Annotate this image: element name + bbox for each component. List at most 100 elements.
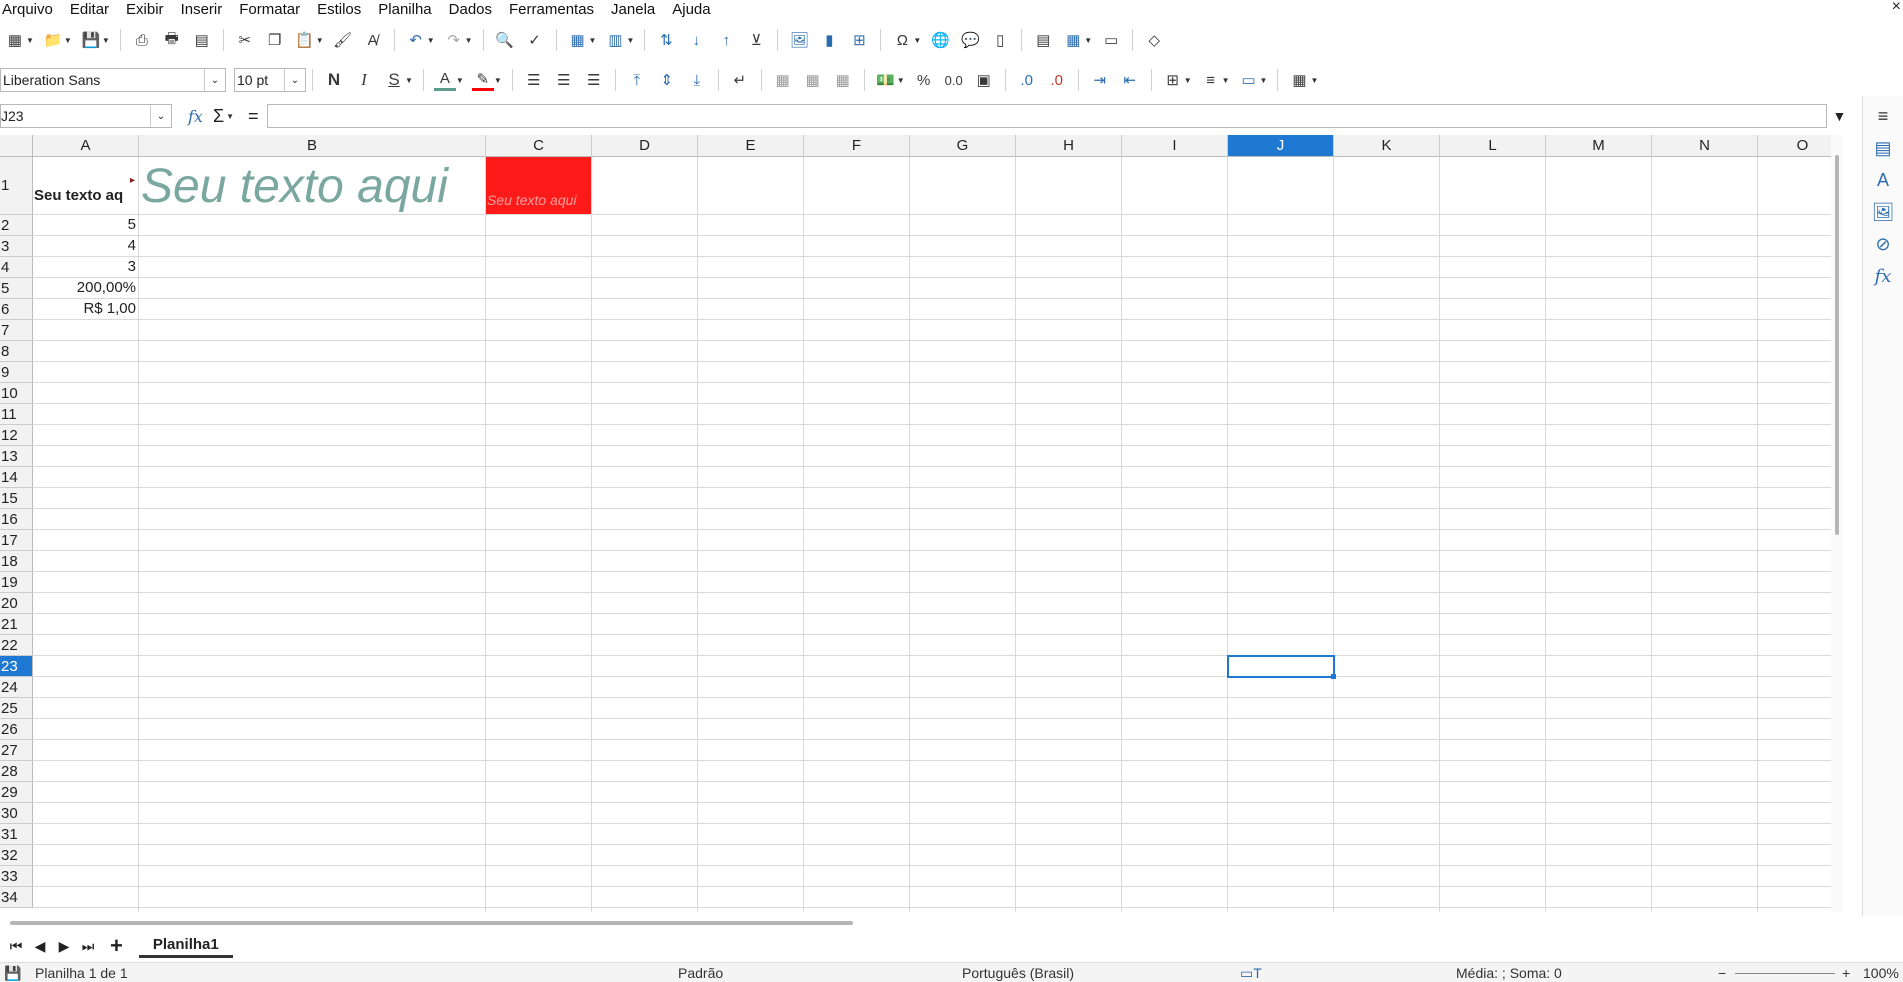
sort-icon[interactable]: ⇅	[655, 29, 677, 51]
border-style-icon[interactable]: ≡	[1200, 69, 1222, 91]
column-header-j[interactable]: J	[1228, 135, 1334, 157]
open-dropdown-icon[interactable]: ▼	[64, 36, 72, 45]
insert-image-icon[interactable]: 🖼	[788, 29, 810, 51]
menu-item-planilha[interactable]: Planilha	[378, 1, 431, 18]
first-sheet-icon[interactable]: ⏮	[8, 938, 24, 955]
row-header-2[interactable]: 2	[0, 215, 33, 236]
cell-cursor[interactable]	[1227, 655, 1335, 678]
menu-item-exibir[interactable]: Exibir	[126, 1, 164, 18]
row-header-3[interactable]: 3	[0, 236, 33, 257]
row-header-30[interactable]: 30	[0, 803, 33, 824]
unmerge-cells-icon[interactable]: ▦	[832, 69, 854, 91]
align-center-icon[interactable]: ☰	[553, 69, 575, 91]
formula-input[interactable]	[266, 104, 1827, 128]
underline-dropdown-icon[interactable]: ▼	[405, 76, 413, 85]
add-decimal-place-icon[interactable]: .0	[1016, 69, 1038, 91]
align-bottom-icon[interactable]: ⤓	[686, 69, 708, 91]
merge-cells-icon[interactable]: ▦	[802, 69, 824, 91]
sort-descending-icon[interactable]: ↑	[715, 29, 737, 51]
borders-dropdown-icon[interactable]: ▼	[1184, 76, 1192, 85]
row-header-32[interactable]: 32	[0, 845, 33, 866]
align-left-icon[interactable]: ☰	[523, 69, 545, 91]
highlight-dropdown-icon[interactable]: ▼	[494, 76, 502, 85]
column-header-k[interactable]: K	[1334, 135, 1440, 157]
sidebar-menu-icon[interactable]: ≡	[1871, 104, 1895, 128]
define-print-area-icon[interactable]: ▤	[1032, 29, 1054, 51]
border-color-dropdown-icon[interactable]: ▼	[1260, 76, 1268, 85]
selection-mode-icon[interactable]: ▭T	[1240, 965, 1262, 982]
column-header-m[interactable]: M	[1546, 135, 1652, 157]
redo-icon[interactable]: ↷	[443, 29, 465, 51]
decrease-indent-icon[interactable]: ⇤	[1119, 69, 1141, 91]
clear-formatting-icon[interactable]: A̸	[362, 29, 384, 51]
undo-dropdown-icon[interactable]: ▼	[427, 36, 435, 45]
chevron-down-icon[interactable]: ⌄	[204, 69, 225, 91]
scroll-thumb[interactable]	[1835, 155, 1839, 535]
borders-icon[interactable]: ⊞	[1162, 69, 1184, 91]
column-header-c[interactable]: C	[486, 135, 592, 157]
status-language[interactable]: Português (Brasil)	[962, 965, 1074, 981]
styles-icon[interactable]: A	[1871, 168, 1895, 192]
row-header-22[interactable]: 22	[0, 635, 33, 656]
font-name-box[interactable]: Liberation Sans ⌄	[0, 68, 226, 92]
autofill-handle[interactable]	[1331, 674, 1336, 679]
chevron-down-icon[interactable]: ⌄	[150, 105, 171, 127]
conditional-dropdown-icon[interactable]: ▼	[1310, 76, 1318, 85]
row-header-6[interactable]: 6	[0, 299, 33, 320]
previous-sheet-icon[interactable]: ◀	[32, 938, 48, 955]
last-sheet-icon[interactable]: ⏭	[80, 938, 96, 955]
special-character-icon[interactable]: Ω	[891, 29, 913, 51]
merge-center-icon[interactable]: ▦	[772, 69, 794, 91]
copy-icon[interactable]: ❐	[264, 29, 286, 51]
print-icon[interactable]: 🖶	[161, 29, 183, 51]
column-header-d[interactable]: D	[592, 135, 698, 157]
menu-item-editar[interactable]: Editar	[70, 1, 109, 18]
row-header-33[interactable]: 33	[0, 866, 33, 887]
menu-item-arquivo[interactable]: Arquivo	[2, 1, 53, 18]
cell-b1[interactable]: Seu texto aqui	[141, 159, 448, 214]
row-header-10[interactable]: 10	[0, 383, 33, 404]
zoom-level[interactable]: 100%	[1863, 965, 1899, 981]
freeze-dropdown-icon[interactable]: ▼	[1084, 36, 1092, 45]
open-folder-icon[interactable]: 📁	[42, 29, 64, 51]
sheet-tab[interactable]: Planilha1	[138, 934, 233, 958]
row-header-31[interactable]: 31	[0, 824, 33, 845]
menu-item-estilos[interactable]: Estilos	[317, 1, 361, 18]
row-header-13[interactable]: 13	[0, 446, 33, 467]
freeze-rows-columns-icon[interactable]: ▦	[1062, 29, 1084, 51]
row-header-15[interactable]: 15	[0, 488, 33, 509]
headers-footers-icon[interactable]: ▯	[989, 29, 1011, 51]
properties-icon[interactable]: ▤	[1871, 136, 1895, 160]
cell-a2[interactable]: 5	[33, 216, 136, 233]
row-header-19[interactable]: 19	[0, 572, 33, 593]
row-header-4[interactable]: 4	[0, 257, 33, 278]
font-color-dropdown-icon[interactable]: ▼	[456, 76, 464, 85]
column-header-h[interactable]: H	[1016, 135, 1122, 157]
function-wizard-icon[interactable]: fx	[188, 107, 203, 126]
zoom-slider[interactable]	[1735, 973, 1835, 974]
italic-button[interactable]: I	[353, 69, 375, 91]
print-preview-icon[interactable]: ▤	[191, 29, 213, 51]
functions-icon[interactable]: fx	[1871, 264, 1895, 288]
cell-a3[interactable]: 4	[33, 237, 136, 254]
column-header-i[interactable]: I	[1122, 135, 1228, 157]
column-dropdown-icon[interactable]: ▼	[626, 36, 634, 45]
formula-icon[interactable]: =	[248, 106, 259, 127]
currency-format-icon[interactable]: 💵	[875, 69, 897, 91]
row-header-18[interactable]: 18	[0, 551, 33, 572]
save-dropdown-icon[interactable]: ▼	[102, 36, 110, 45]
row-header-29[interactable]: 29	[0, 782, 33, 803]
row-header-8[interactable]: 8	[0, 341, 33, 362]
align-top-icon[interactable]: ⤒	[626, 69, 648, 91]
column-header-g[interactable]: G	[910, 135, 1016, 157]
column-header-f[interactable]: F	[804, 135, 910, 157]
conditional-format-icon[interactable]: ▦	[1288, 69, 1310, 91]
row-header-21[interactable]: 21	[0, 614, 33, 635]
next-sheet-icon[interactable]: ▶	[56, 938, 72, 955]
row-header-20[interactable]: 20	[0, 593, 33, 614]
show-draw-functions-icon[interactable]: ◇	[1143, 29, 1165, 51]
percent-format-button[interactable]: %	[913, 69, 935, 91]
row-header-27[interactable]: 27	[0, 740, 33, 761]
redo-dropdown-icon[interactable]: ▼	[465, 36, 473, 45]
highlight-color-icon[interactable]: ✎	[471, 70, 494, 91]
